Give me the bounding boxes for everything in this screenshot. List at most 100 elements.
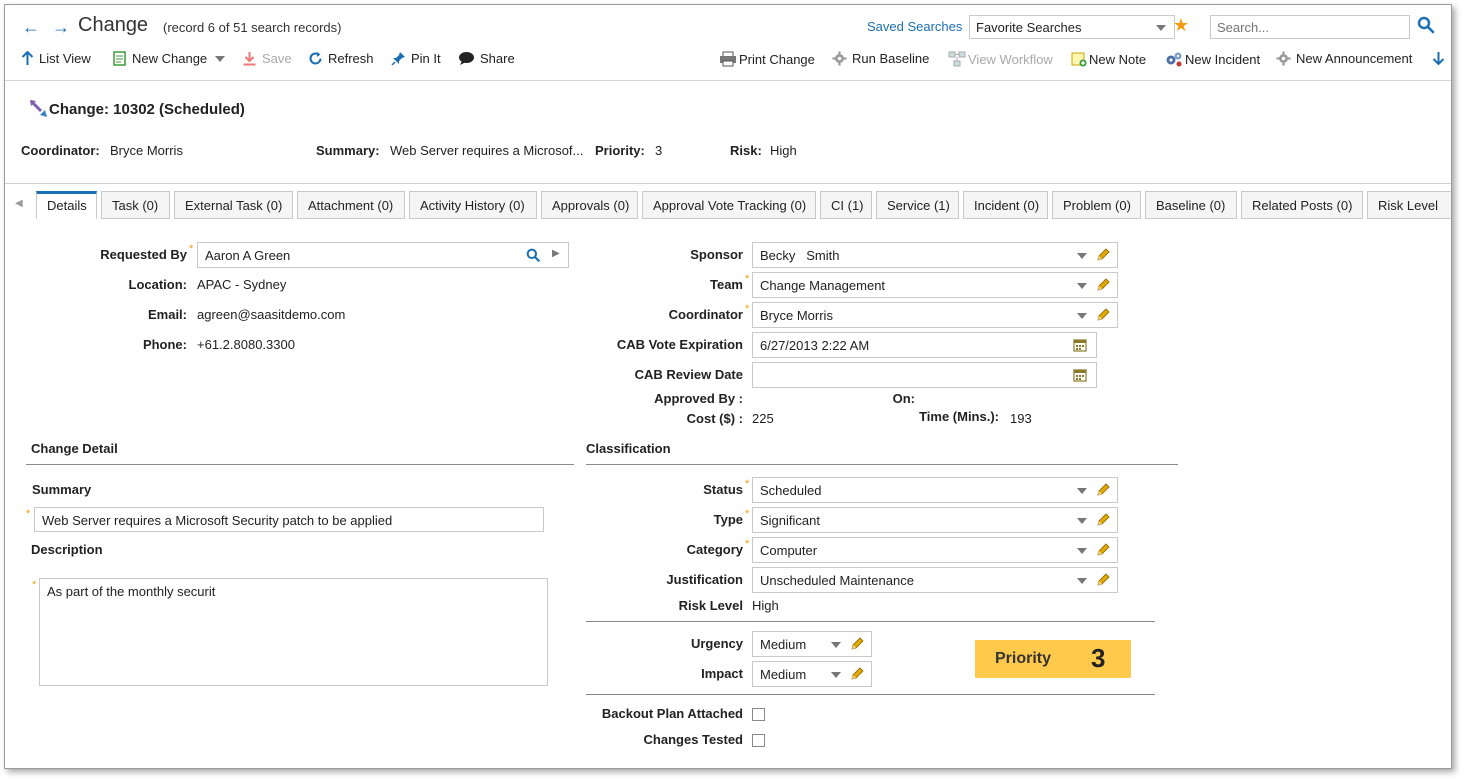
cab-vote-expiration-value: 6/27/2013 2:22 AM [760,338,870,353]
search-icon[interactable] [1417,16,1435,34]
impact-select[interactable]: Medium [752,661,872,687]
summary-summary-value: Web Server requires a Microsof... [390,143,584,158]
pin-it-button[interactable]: Pin It [391,51,441,66]
save-button[interactable]: Save [242,51,292,66]
back-arrow-icon[interactable]: ← [22,17,40,38]
tab-risk-level[interactable]: Risk Level [1367,191,1451,219]
tab-details[interactable]: Details [36,191,97,219]
list-view-button[interactable]: List View [21,51,91,66]
pencil-icon[interactable] [1095,512,1111,528]
more-toolbar-button[interactable] [1432,51,1445,66]
pencil-icon[interactable] [1095,247,1111,263]
new-change-button[interactable]: New Change [112,51,226,66]
top-bar: ← → Change (record 6 of 51 search record… [5,5,1451,81]
print-change-label: Print Change [739,51,815,67]
location-value: APAC - Sydney [197,277,287,292]
tab-service[interactable]: Service (1) [876,191,959,219]
tab-baseline[interactable]: Baseline (0) [1145,191,1237,219]
refresh-button[interactable]: Refresh [308,51,374,66]
summary-input[interactable]: Web Server requires a Microsoft Security… [34,507,544,532]
required-marker: * [32,579,37,591]
tab-task[interactable]: Task (0) [101,191,170,219]
tab-attachment[interactable]: Attachment (0) [297,191,405,219]
summary-value: Web Server requires a Microsoft Security… [42,513,393,528]
cab-vote-expiration-field[interactable]: 6/27/2013 2:22 AM [752,332,1097,358]
description-textarea[interactable]: As part of the monthly securit [39,578,548,686]
calendar-icon[interactable] [1073,368,1087,382]
changes-tested-checkbox[interactable] [752,734,765,747]
phone-label: Phone: [142,337,187,352]
arrow-down-icon [1432,52,1445,66]
priority-indicator: Priority 3 [975,640,1131,678]
category-select[interactable]: Computer [752,537,1118,563]
record-header: Change: 10302 (Scheduled) Coordinator: B… [5,81,1451,184]
refresh-icon [309,52,322,65]
new-document-icon [113,51,126,66]
type-value: Significant [760,513,820,528]
risk-level-label: Risk Level [678,598,743,613]
approved-by-label: Approved By : [654,391,743,406]
save-icon [243,52,256,66]
workflow-icon [948,51,966,67]
pencil-icon[interactable] [849,666,865,682]
requested-by-value: Aaron A Green [205,248,291,263]
share-button[interactable]: Share [458,51,515,66]
tab-activity-history[interactable]: Activity History (0) [409,191,537,219]
share-label: Share [480,51,515,66]
star-icon[interactable]: ★ [1173,15,1189,36]
pencil-icon[interactable] [1095,307,1111,323]
priority-indicator-label: Priority [995,650,1052,667]
pencil-icon[interactable] [849,636,865,652]
forward-arrow-icon[interactable]: → [52,17,70,38]
tab-external-task[interactable]: External Task (0) [174,191,293,219]
requested-by-field[interactable]: Aaron A Green ▶ [197,242,569,268]
approved-on-label: On: [892,391,915,406]
saved-searches-link[interactable]: Saved Searches [867,19,962,34]
new-announcement-button[interactable]: New Announcement [1276,51,1412,66]
search-input[interactable] [1210,15,1410,39]
view-workflow-label: View Workflow [968,51,1053,67]
view-workflow-button[interactable]: View Workflow [948,51,1053,67]
favorite-searches-select[interactable]: Favorite Searches [969,15,1175,39]
tab-approval-vote-tracking[interactable]: Approval Vote Tracking (0) [642,191,816,219]
requested-by-label: Requested By [100,247,187,262]
required-marker: * [745,273,750,285]
page-title: Change [78,14,149,36]
chevron-down-icon [1156,25,1166,31]
justification-select[interactable]: Unscheduled Maintenance [752,567,1118,593]
new-note-label: New Note [1089,51,1147,67]
search-icon[interactable] [526,248,541,263]
email-value: agreen@saasitdemo.com [197,307,346,322]
run-baseline-button[interactable]: Run Baseline [832,51,929,66]
sponsor-select[interactable]: Becky Smith [752,242,1118,268]
urgency-select[interactable]: Medium [752,631,872,657]
tab-problem[interactable]: Problem (0) [1052,191,1141,219]
pencil-icon[interactable] [1095,542,1111,558]
print-change-button[interactable]: Print Change [719,51,815,67]
team-select[interactable]: Change Management [752,272,1118,298]
expand-arrow-icon[interactable]: ▶ [552,248,560,259]
summary-summary-label: Summary: [316,143,380,158]
backout-plan-checkbox[interactable] [752,708,765,721]
justification-value: Unscheduled Maintenance [760,573,914,588]
pencil-icon[interactable] [1095,482,1111,498]
priority-indicator-value: 3 [1091,643,1106,673]
coordinator-select[interactable]: Bryce Morris [752,302,1118,328]
save-label: Save [262,51,292,66]
cab-review-date-field[interactable] [752,362,1097,388]
status-select[interactable]: Scheduled [752,477,1118,503]
chevron-down-icon [831,672,841,678]
new-incident-button[interactable]: New Incident [1165,51,1260,67]
classification-section-title: Classification [586,441,671,456]
tab-incident[interactable]: Incident (0) [963,191,1048,219]
type-select[interactable]: Significant [752,507,1118,533]
pencil-icon[interactable] [1095,277,1111,293]
pencil-icon[interactable] [1095,572,1111,588]
record-count: (record 6 of 51 search records) [163,20,342,35]
tab-approvals[interactable]: Approvals (0) [541,191,638,219]
tab-ci[interactable]: CI (1) [820,191,872,219]
new-note-button[interactable]: New Note [1071,51,1146,67]
calendar-icon[interactable] [1073,338,1087,352]
summary-label: Summary [32,482,92,497]
tab-related-posts[interactable]: Related Posts (0) [1241,191,1363,219]
